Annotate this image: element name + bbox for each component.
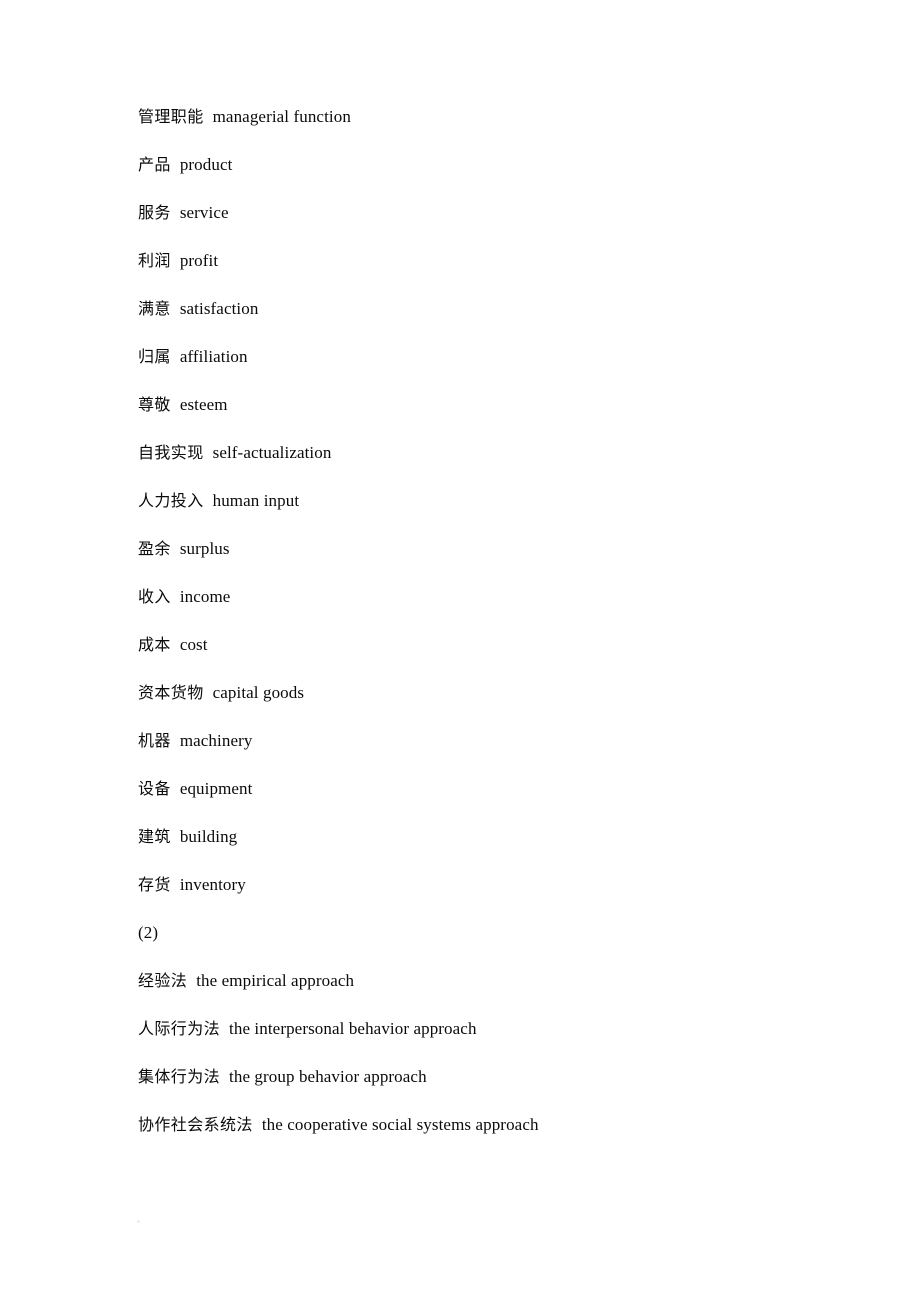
term-english: the group behavior approach xyxy=(229,1067,427,1086)
term-chinese: 利润 xyxy=(138,251,171,270)
term-english: human input xyxy=(212,491,300,510)
term-english: surplus xyxy=(179,539,230,558)
glossary-line: (2) xyxy=(138,919,838,967)
glossary-line: 资本货物 capital goods xyxy=(138,679,838,727)
term-english: esteem xyxy=(179,395,228,414)
term-english: product xyxy=(179,155,233,174)
term-english: capital goods xyxy=(212,683,305,702)
term-chinese: 人际行为法 xyxy=(138,1019,221,1038)
term-chinese: 尊敬 xyxy=(138,395,171,414)
term-chinese: 协作社会系统法 xyxy=(138,1115,253,1134)
term-chinese: 集体行为法 xyxy=(138,1067,221,1086)
glossary-line: 归属 affiliation xyxy=(138,343,838,391)
glossary-line: 人际行为法 the interpersonal behavior approach xyxy=(138,1015,838,1063)
term-chinese: 建筑 xyxy=(138,827,171,846)
glossary-line: 人力投入 human input xyxy=(138,487,838,535)
section-marker: (2) xyxy=(138,923,159,942)
term-english: income xyxy=(179,587,231,606)
term-english: managerial function xyxy=(212,107,351,126)
term-english: satisfaction xyxy=(179,299,259,318)
term-chinese: 经验法 xyxy=(138,971,188,990)
term-english: self-actualization xyxy=(212,443,332,462)
term-english: inventory xyxy=(179,875,246,894)
term-chinese: 收入 xyxy=(138,587,171,606)
glossary-line: 设备 equipment xyxy=(138,775,838,823)
glossary-line: 满意 satisfaction xyxy=(138,295,838,343)
term-english: equipment xyxy=(179,779,253,798)
term-chinese: 自我实现 xyxy=(138,443,204,462)
glossary-line: 管理职能 managerial function xyxy=(138,103,838,151)
term-chinese: 机器 xyxy=(138,731,171,750)
term-chinese: 存货 xyxy=(138,875,171,894)
glossary-line: 存货 inventory xyxy=(138,871,838,919)
term-chinese: 盈余 xyxy=(138,539,171,558)
glossary-line: 集体行为法 the group behavior approach xyxy=(138,1063,838,1111)
term-chinese: 产品 xyxy=(138,155,171,174)
term-english: service xyxy=(179,203,229,222)
term-chinese: 资本货物 xyxy=(138,683,204,702)
document-page: 管理职能 managerial function 产品 product 服务 servic… xyxy=(0,0,920,1302)
term-english: building xyxy=(179,827,238,846)
glossary-list: 管理职能 managerial function 产品 product 服务 servic… xyxy=(138,103,838,1159)
term-chinese: 成本 xyxy=(138,635,171,654)
glossary-line: 经验法 the empirical approach xyxy=(138,967,838,1015)
glossary-line: 协作社会系统法 the cooperative social systems ap… xyxy=(138,1111,838,1159)
term-english: the cooperative social systems approach xyxy=(261,1115,539,1134)
glossary-line: 利润 profit xyxy=(138,247,838,295)
glossary-line: 自我实现 self-actualization xyxy=(138,439,838,487)
term-chinese: 管理职能 xyxy=(138,107,204,126)
glossary-line: 成本 cost xyxy=(138,631,838,679)
glossary-line: 产品 product xyxy=(138,151,838,199)
term-chinese: 归属 xyxy=(138,347,171,366)
glossary-line: 尊敬 esteem xyxy=(138,391,838,439)
glossary-line: 机器 machinery xyxy=(138,727,838,775)
term-english: machinery xyxy=(179,731,253,750)
scan-artifact-speck xyxy=(137,1220,140,1223)
term-english: the interpersonal behavior approach xyxy=(229,1019,477,1038)
term-chinese: 人力投入 xyxy=(138,491,204,510)
term-chinese: 服务 xyxy=(138,203,171,222)
term-english: the empirical approach xyxy=(196,971,355,990)
glossary-line: 收入 income xyxy=(138,583,838,631)
glossary-line: 盈余 surplus xyxy=(138,535,838,583)
term-english: profit xyxy=(179,251,219,270)
term-english: cost xyxy=(179,635,208,654)
term-english: affiliation xyxy=(179,347,248,366)
glossary-line: 建筑 building xyxy=(138,823,838,871)
term-chinese: 满意 xyxy=(138,299,171,318)
term-chinese: 设备 xyxy=(138,779,171,798)
glossary-line: 服务 service xyxy=(138,199,838,247)
